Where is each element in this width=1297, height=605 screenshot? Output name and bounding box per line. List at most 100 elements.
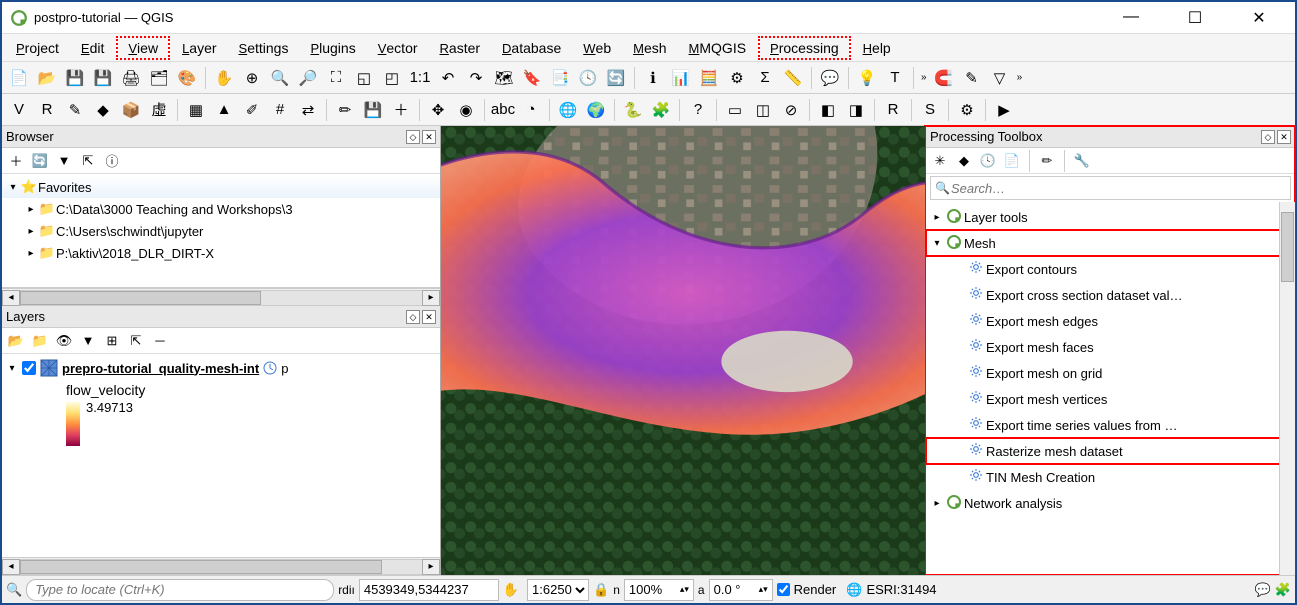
filter-legend-icon[interactable]: ▼ [78,331,98,351]
model-icon[interactable]: ◆ [954,151,974,171]
results-icon[interactable]: 📄 [1002,151,1022,171]
expander-icon[interactable]: ▸ [24,204,38,215]
processing-gear-icon[interactable]: ⚙ [724,65,750,91]
expander-icon[interactable]: ▸ [930,498,944,509]
history-icon[interactable]: 🕓 [978,151,998,171]
menu-raster[interactable]: Raster [430,38,491,58]
label-icon[interactable]: abc [490,97,516,123]
algorithm-item[interactable]: Export time series values from … [926,412,1295,438]
help-icon[interactable]: ? [685,97,711,123]
r-icon[interactable]: R [880,97,906,123]
mesh-calc-icon[interactable]: ▦ [183,97,209,123]
scroll-right-button[interactable]: ▸ [422,559,440,575]
expand-icon[interactable]: ⊞ [102,331,122,351]
crs-icon[interactable]: 🌐 [846,582,862,598]
scroll-right-button[interactable]: ▸ [422,290,440,306]
save-icon[interactable]: 💾 [62,65,88,91]
layers-tree[interactable]: ▾ prepro-tutorial_quality-mesh-int p flo… [2,354,440,557]
layers-hscroll[interactable]: ◂ ▸ [2,557,440,575]
refresh-icon[interactable]: 🔄 [30,151,50,171]
save-as-icon[interactable]: 💾 [90,65,116,91]
zoom-next-icon[interactable]: ↷ [463,65,489,91]
plugin-icon[interactable]: 🧩 [1275,582,1291,598]
bookmark-icon[interactable]: 🔖 [519,65,545,91]
new-doc-icon[interactable]: 📄 [6,65,32,91]
toolbar-overflow[interactable]: » [1015,72,1025,83]
new-geopackage-icon[interactable]: 📦 [118,97,144,123]
vertex-tool-icon[interactable]: ▽ [987,65,1013,91]
menu-mesh[interactable]: Mesh [623,38,676,58]
style-manager-icon[interactable]: 🎨 [174,65,200,91]
algorithm-item[interactable]: Export mesh faces [926,334,1295,360]
toolbar-overflow[interactable]: » [919,72,929,83]
menu-help[interactable]: Help [853,38,901,58]
print-layout-icon[interactable]: 🖨 [118,65,144,91]
locator-input[interactable] [26,579,334,601]
algorithm-item[interactable]: Rasterize mesh dataset [926,438,1295,464]
menu-project[interactable]: Project [6,38,69,58]
select-icon[interactable]: ▭ [722,97,748,123]
layer-expander-icon[interactable]: ▾ [6,363,18,374]
layout-manager-icon[interactable]: 🗂 [146,65,172,91]
layer-visibility-checkbox[interactable] [22,361,36,375]
menu-plugins[interactable]: Plugins [300,38,365,58]
algorithm-item[interactable]: Export mesh on grid [926,360,1295,386]
minimize-button[interactable]: — [1111,8,1151,28]
temporal-icon[interactable]: 🕓 [575,65,601,91]
hscroll-thumb[interactable] [20,560,382,574]
toolbox-undock-button[interactable]: ◇ [1261,130,1275,144]
edit-mesh-icon[interactable]: ▲ [211,97,237,123]
menu-edit[interactable]: Edit [71,38,114,58]
menu-vector[interactable]: Vector [368,38,428,58]
map-tips-icon[interactable]: 💡 [854,65,880,91]
algorithm-item[interactable]: Export mesh edges [926,308,1295,334]
browser-undock-button[interactable]: ◇ [406,130,420,144]
collapse-icon[interactable]: ⇱ [126,331,146,351]
vscroll-thumb[interactable] [1281,212,1294,282]
browser-item[interactable]: ▸📁P:\aktiv\2018_DLR_DIRT-X [2,242,440,264]
menu-layer[interactable]: Layer [172,38,226,58]
digitize-icon[interactable]: ✐ [239,97,265,123]
select-rect-icon[interactable]: ◫ [750,97,776,123]
properties-icon[interactable]: ⓘ [102,151,122,171]
coordinate-display[interactable]: 4539349,5344237 [359,579,499,601]
add-vector-icon[interactable]: V [6,97,32,123]
scale-selector[interactable]: 1:6250 [527,579,589,601]
collapse-icon[interactable]: ⇱ [78,151,98,171]
scroll-left-button[interactable]: ◂ [2,559,20,575]
browser-close-button[interactable]: ✕ [422,130,436,144]
add-layer-icon[interactable]: ＋ [6,151,26,171]
filter-icon[interactable]: ▼ [54,151,74,171]
toolbox-close-button[interactable]: ✕ [1277,130,1291,144]
expander-icon[interactable]: ▸ [24,248,38,259]
toolbox-tree[interactable]: ▸Layer tools▾MeshExport contoursExport c… [926,202,1295,575]
zoom-full-icon[interactable]: ⛶ [323,65,349,91]
grass-region-icon[interactable]: ◧ [815,97,841,123]
menu-view[interactable]: View [116,36,170,60]
toolbox-search[interactable]: 🔍 [930,176,1291,200]
add-raster-icon[interactable]: R [34,97,60,123]
algorithm-item[interactable]: TIN Mesh Creation [926,464,1295,490]
move-feature-icon[interactable]: ✥ [425,97,451,123]
magnifier-spinbox[interactable]: 100%▴▾ [624,579,694,601]
browser-hscroll[interactable]: ◂ ▸ [2,288,440,306]
menu-database[interactable]: Database [492,38,571,58]
transform-icon[interactable]: ⇄ [295,97,321,123]
layer-item[interactable]: ▾ prepro-tutorial_quality-mesh-int p [6,356,436,380]
menu-processing[interactable]: Processing [758,36,851,60]
toolbox-vscroll[interactable] [1279,202,1295,575]
crs-label[interactable]: ESRI:31494 [866,582,936,597]
algorithm-item[interactable]: Export mesh vertices [926,386,1295,412]
expander-icon[interactable]: ▾ [930,238,944,249]
scroll-left-button[interactable]: ◂ [2,290,20,306]
saga-icon[interactable]: S [917,97,943,123]
wfs-icon[interactable]: 🌍 [583,97,609,123]
open-table-icon[interactable]: 📊 [668,65,694,91]
grass-tools-icon[interactable]: ◨ [843,97,869,123]
edit-icon[interactable]: ✏ [332,97,358,123]
toolbox-search-input[interactable] [951,181,1286,196]
manage-visibility-icon[interactable]: 👁 [54,331,74,351]
lock-icon[interactable]: 🔒 [593,582,609,598]
rotation-spinbox[interactable]: 0.0 °▴▾ [709,579,773,601]
expander-icon[interactable]: ▸ [930,212,944,223]
